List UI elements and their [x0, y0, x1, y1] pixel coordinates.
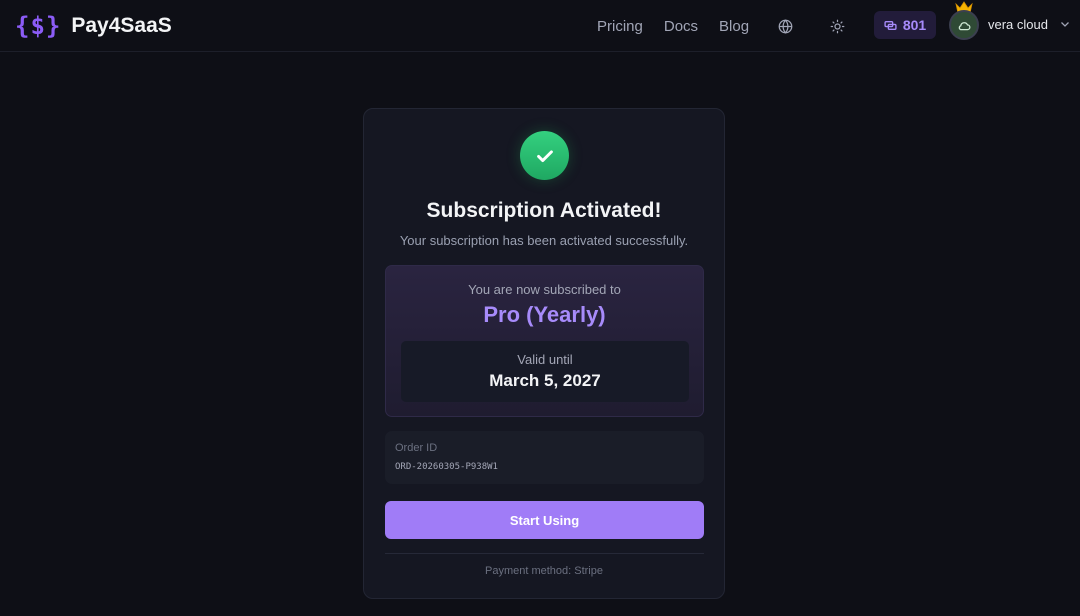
brand-logo-icon: {$}: [15, 11, 62, 40]
top-nav-bar: {$} Pay4SaaS Pricing Docs Blog 801 vera …: [0, 0, 1080, 52]
main-nav: Pricing Docs Blog: [597, 0, 770, 52]
language-button[interactable]: [773, 14, 797, 38]
brand-name: Pay4SaaS: [71, 13, 172, 37]
page-title: Subscription Activated!: [426, 199, 662, 222]
user-name[interactable]: vera cloud: [988, 17, 1048, 32]
subscription-success-card: Subscription Activated! Your subscriptio…: [363, 108, 725, 599]
nav-link-docs[interactable]: Docs: [664, 18, 698, 35]
credits-badge[interactable]: 801: [874, 11, 936, 39]
start-using-button[interactable]: Start Using: [385, 501, 704, 539]
order-id-value[interactable]: ORD-20260305-P938W1: [395, 462, 498, 472]
chevron-down-icon[interactable]: [1059, 18, 1071, 30]
brand[interactable]: {$} Pay4SaaS: [15, 12, 172, 40]
success-badge: [520, 131, 569, 180]
order-id-label: Order ID: [395, 442, 438, 454]
page-subtitle: Your subscription has been activated suc…: [399, 233, 689, 248]
plan-name: Pro (Yearly): [483, 302, 606, 327]
plan-summary: You are now subscribed to Pro (Yearly) V…: [385, 265, 704, 417]
credits-count: 801: [902, 17, 927, 33]
avatar[interactable]: [949, 10, 979, 40]
validity-box: Valid until March 5, 2027: [401, 341, 689, 402]
globe-icon: [778, 18, 792, 34]
sun-icon: [830, 19, 844, 33]
plan-label: You are now subscribed to: [468, 282, 621, 297]
credits-icon: [884, 20, 897, 30]
theme-toggle-button[interactable]: [825, 14, 849, 38]
nav-link-blog[interactable]: Blog: [719, 18, 749, 35]
payment-method: Payment method: Stripe: [484, 565, 603, 577]
divider: [385, 553, 704, 554]
valid-until-date: March 5, 2027: [489, 371, 601, 390]
order-info: Order ID ORD-20260305-P938W1: [385, 431, 704, 484]
nav-link-pricing[interactable]: Pricing: [597, 18, 643, 35]
check-icon: [536, 149, 553, 162]
valid-until-label: Valid until: [517, 352, 573, 367]
cloud-icon: [958, 21, 971, 30]
